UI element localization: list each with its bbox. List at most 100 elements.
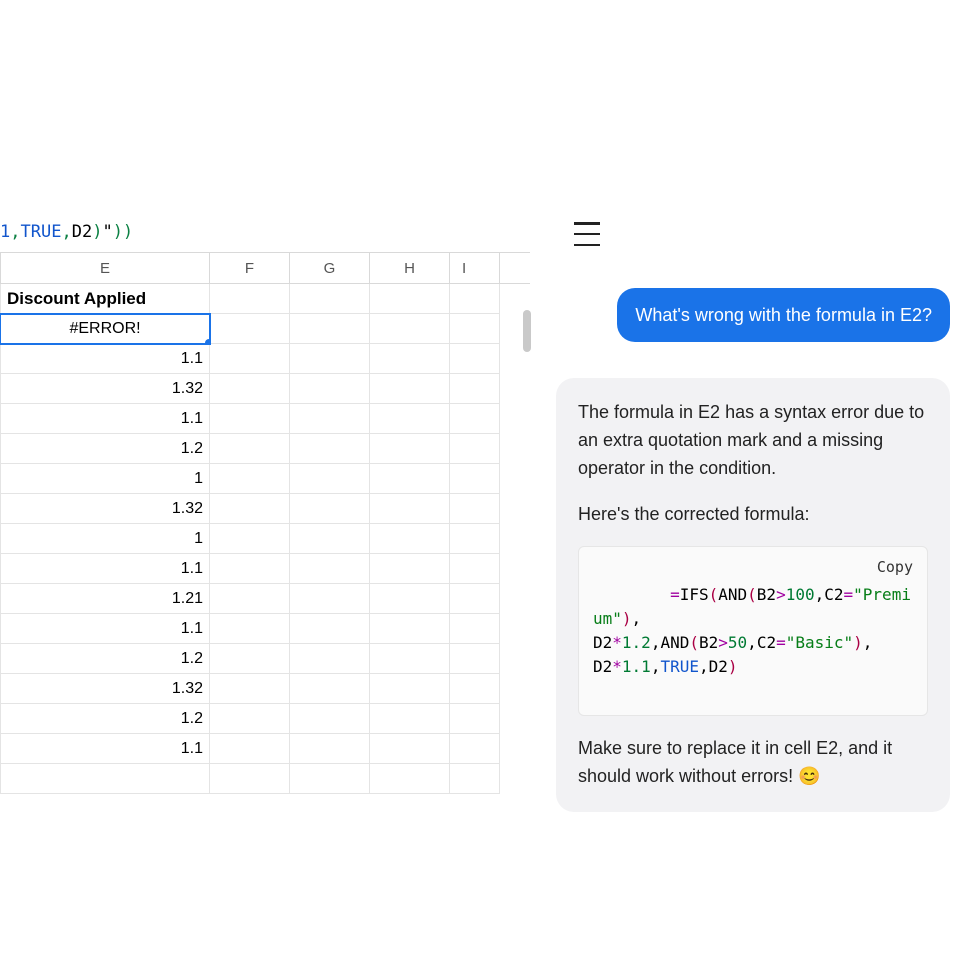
cell-e[interactable]: 1.2 xyxy=(0,644,210,674)
cell-i[interactable] xyxy=(450,704,500,734)
cell-e[interactable] xyxy=(0,764,210,794)
cell-g[interactable] xyxy=(290,764,370,794)
cell-i[interactable] xyxy=(450,284,500,314)
chat-panel: What's wrong with the formula in E2? The… xyxy=(556,214,960,812)
cell-e[interactable]: 1.32 xyxy=(0,374,210,404)
menu-icon[interactable] xyxy=(574,222,604,246)
cell-g[interactable] xyxy=(290,374,370,404)
cell-g[interactable] xyxy=(290,344,370,374)
cell-i[interactable] xyxy=(450,464,500,494)
cell-h[interactable] xyxy=(370,374,450,404)
column-header-f[interactable]: F xyxy=(210,253,290,283)
cell-g[interactable] xyxy=(290,464,370,494)
column-header-e[interactable]: E xyxy=(0,253,210,283)
cell-h[interactable] xyxy=(370,764,450,794)
table-row: 1.2 xyxy=(0,434,530,464)
cell-g[interactable] xyxy=(290,434,370,464)
cell-e[interactable]: 1.2 xyxy=(0,704,210,734)
cell-i[interactable] xyxy=(450,374,500,404)
cell-f[interactable] xyxy=(210,524,290,554)
cell-f[interactable] xyxy=(210,314,290,344)
cell-i[interactable] xyxy=(450,614,500,644)
cell-e[interactable]: 1 xyxy=(0,464,210,494)
cell-g[interactable] xyxy=(290,494,370,524)
cell-i[interactable] xyxy=(450,524,500,554)
cell-f[interactable] xyxy=(210,344,290,374)
cell-f[interactable] xyxy=(210,644,290,674)
cell-h[interactable] xyxy=(370,464,450,494)
cell-i[interactable] xyxy=(450,554,500,584)
cell-h[interactable] xyxy=(370,614,450,644)
cell-f[interactable] xyxy=(210,764,290,794)
cell-h[interactable] xyxy=(370,404,450,434)
cell-f[interactable] xyxy=(210,554,290,584)
cell-e[interactable]: 1.1 xyxy=(0,734,210,764)
cell-h[interactable] xyxy=(370,734,450,764)
cell-f[interactable] xyxy=(210,734,290,764)
cell-e[interactable]: #ERROR! xyxy=(0,314,210,344)
cell-i[interactable] xyxy=(450,674,500,704)
cell-g[interactable] xyxy=(290,704,370,734)
cell-e[interactable]: 1.32 xyxy=(0,494,210,524)
cell-f[interactable] xyxy=(210,404,290,434)
cell-i[interactable] xyxy=(450,584,500,614)
cell-h[interactable] xyxy=(370,674,450,704)
cell-i[interactable] xyxy=(450,494,500,524)
cell-i[interactable] xyxy=(450,314,500,344)
cell-h[interactable] xyxy=(370,554,450,584)
spreadsheet-vertical-scrollbar[interactable] xyxy=(522,286,532,806)
cell-g[interactable] xyxy=(290,404,370,434)
cell-f[interactable] xyxy=(210,674,290,704)
cell-h[interactable] xyxy=(370,584,450,614)
code-block[interactable]: Copy=IFS(AND(B2>100,C2="Premium"),D2*1.2… xyxy=(578,546,928,716)
cell-g[interactable] xyxy=(290,734,370,764)
cell-g[interactable] xyxy=(290,554,370,584)
table-row: 1.1 xyxy=(0,344,530,374)
column-header-g[interactable]: G xyxy=(290,253,370,283)
cell-e[interactable]: 1.21 xyxy=(0,584,210,614)
cell-f[interactable] xyxy=(210,434,290,464)
cell-g[interactable] xyxy=(290,524,370,554)
cell-h[interactable] xyxy=(370,524,450,554)
cell-e[interactable]: 1.1 xyxy=(0,344,210,374)
cell-g[interactable] xyxy=(290,284,370,314)
cell-g[interactable] xyxy=(290,674,370,704)
cell-h[interactable] xyxy=(370,644,450,674)
cell-e[interactable]: Discount Applied xyxy=(0,284,210,314)
cell-f[interactable] xyxy=(210,374,290,404)
cell-g[interactable] xyxy=(290,644,370,674)
formula-bar[interactable]: 1,TRUE,D2)")) xyxy=(0,222,530,252)
cell-f[interactable] xyxy=(210,284,290,314)
cell-e[interactable]: 1.1 xyxy=(0,554,210,584)
column-header-i[interactable]: I xyxy=(450,253,500,283)
cell-i[interactable] xyxy=(450,344,500,374)
cell-e[interactable]: 1.1 xyxy=(0,404,210,434)
scrollbar-thumb[interactable] xyxy=(523,310,531,352)
cell-h[interactable] xyxy=(370,284,450,314)
cell-i[interactable] xyxy=(450,734,500,764)
cell-g[interactable] xyxy=(290,584,370,614)
copy-button[interactable]: Copy xyxy=(871,553,919,581)
cell-g[interactable] xyxy=(290,314,370,344)
column-header-h[interactable]: H xyxy=(370,253,450,283)
cell-h[interactable] xyxy=(370,434,450,464)
cell-i[interactable] xyxy=(450,404,500,434)
cell-e[interactable]: 1 xyxy=(0,524,210,554)
table-row: #ERROR! xyxy=(0,314,530,344)
cell-e[interactable]: 1.32 xyxy=(0,674,210,704)
cell-f[interactable] xyxy=(210,584,290,614)
cell-h[interactable] xyxy=(370,494,450,524)
cell-i[interactable] xyxy=(450,644,500,674)
cell-e[interactable]: 1.1 xyxy=(0,614,210,644)
cell-f[interactable] xyxy=(210,704,290,734)
cell-h[interactable] xyxy=(370,314,450,344)
cell-f[interactable] xyxy=(210,464,290,494)
cell-e[interactable]: 1.2 xyxy=(0,434,210,464)
cell-h[interactable] xyxy=(370,704,450,734)
cell-f[interactable] xyxy=(210,494,290,524)
cell-i[interactable] xyxy=(450,764,500,794)
cell-h[interactable] xyxy=(370,344,450,374)
cell-i[interactable] xyxy=(450,434,500,464)
cell-g[interactable] xyxy=(290,614,370,644)
cell-f[interactable] xyxy=(210,614,290,644)
